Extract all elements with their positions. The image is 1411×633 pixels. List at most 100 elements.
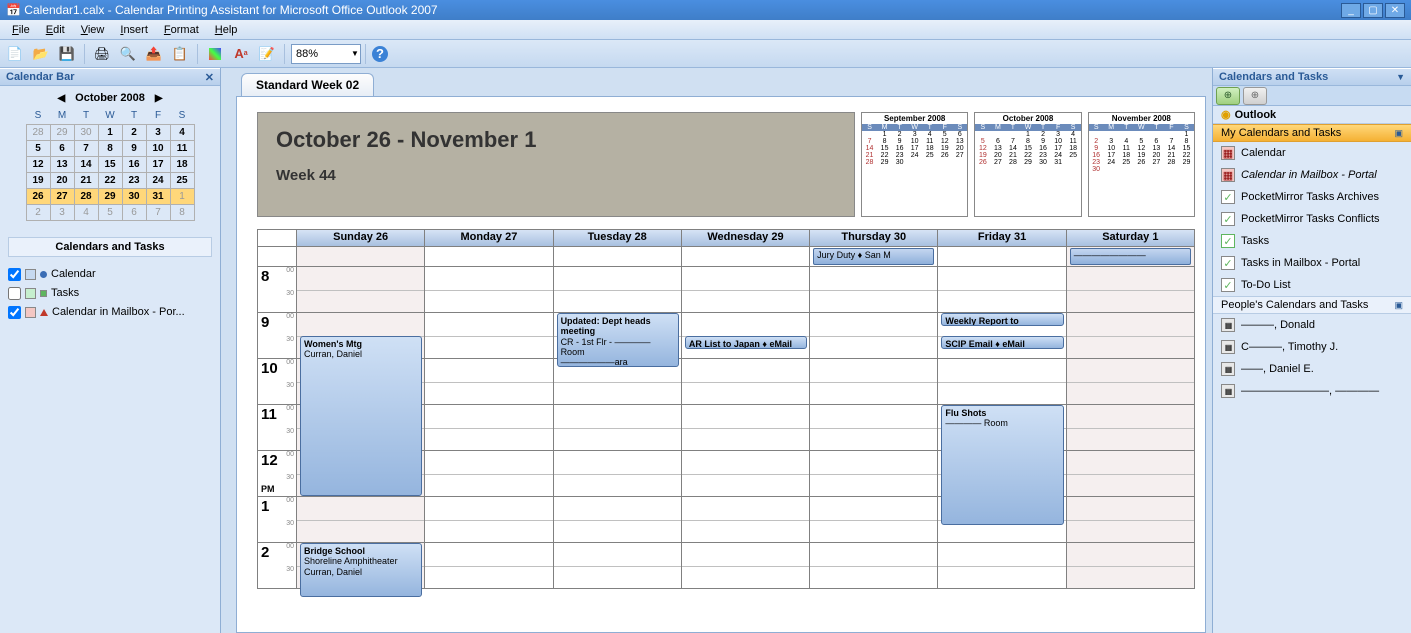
- menu-edit[interactable]: Edit: [38, 22, 73, 38]
- date-cell[interactable]: 15: [98, 156, 122, 172]
- time-slot[interactable]: [682, 405, 810, 451]
- peoples-calendars-header[interactable]: People's Calendars and Tasks▣: [1213, 296, 1411, 314]
- date-cell[interactable]: 2: [122, 124, 146, 140]
- date-cell[interactable]: 12: [26, 156, 50, 172]
- time-slot[interactable]: [554, 405, 682, 451]
- time-slot[interactable]: [425, 359, 553, 405]
- time-slot[interactable]: [938, 359, 1066, 405]
- appointment[interactable]: Women's MtgCurran, Daniel: [300, 336, 422, 496]
- copy-icon[interactable]: 📋: [169, 43, 191, 65]
- calendar-list-item[interactable]: ✓Tasks: [1213, 230, 1411, 252]
- time-slot[interactable]: [938, 543, 1066, 589]
- date-cell[interactable]: 4: [170, 124, 194, 140]
- time-slot[interactable]: [810, 497, 938, 543]
- menu-insert[interactable]: Insert: [112, 22, 156, 38]
- time-slot[interactable]: [938, 267, 1066, 313]
- time-slot[interactable]: [425, 497, 553, 543]
- date-cell[interactable]: 26: [26, 188, 50, 204]
- menu-view[interactable]: View: [73, 22, 113, 38]
- calendar-list-item[interactable]: ▦Calendar in Mailbox - Portal: [1213, 164, 1411, 186]
- allday-cell[interactable]: [938, 247, 1066, 267]
- time-slot[interactable]: [554, 451, 682, 497]
- tab-standard-week[interactable]: Standard Week 02: [241, 73, 374, 96]
- date-cell[interactable]: 3: [50, 204, 74, 220]
- calendar-list-item[interactable]: ▦————————, ————: [1213, 380, 1411, 402]
- date-cell[interactable]: 8: [170, 204, 194, 220]
- date-cell[interactable]: 7: [146, 204, 170, 220]
- allday-cell[interactable]: [554, 247, 682, 267]
- allday-cell[interactable]: [425, 247, 553, 267]
- calendar-checkbox[interactable]: [8, 287, 21, 300]
- date-cell[interactable]: 30: [122, 188, 146, 204]
- date-cell[interactable]: 4: [74, 204, 98, 220]
- calendar-list-item[interactable]: ✓Tasks in Mailbox - Portal: [1213, 252, 1411, 274]
- date-navigator[interactable]: SMTWTFS 28293012345678910111213141516171…: [26, 108, 195, 221]
- calendar-list-item[interactable]: ▦——, Daniel E.: [1213, 358, 1411, 380]
- calendar-item[interactable]: Calendar: [8, 265, 212, 284]
- date-cell[interactable]: 27: [50, 188, 74, 204]
- time-slot[interactable]: [1067, 497, 1195, 543]
- time-slot[interactable]: [425, 451, 553, 497]
- appointment[interactable]: Weekly Report to: [941, 313, 1063, 326]
- time-slot[interactable]: [810, 451, 938, 497]
- time-slot[interactable]: [297, 497, 425, 543]
- appointment[interactable]: Flu Shots———— Room: [941, 405, 1063, 525]
- date-cell[interactable]: 13: [50, 156, 74, 172]
- time-slot[interactable]: [1067, 405, 1195, 451]
- allday-event[interactable]: ————————: [1070, 248, 1191, 265]
- date-cell[interactable]: 18: [170, 156, 194, 172]
- calendar-item[interactable]: Tasks: [8, 284, 212, 303]
- time-slot[interactable]: [810, 405, 938, 451]
- time-slot[interactable]: [1067, 359, 1195, 405]
- date-cell[interactable]: 10: [146, 140, 170, 156]
- date-cell[interactable]: 6: [122, 204, 146, 220]
- date-cell[interactable]: 25: [170, 172, 194, 188]
- date-cell[interactable]: 17: [146, 156, 170, 172]
- close-window-button[interactable]: ✕: [1385, 3, 1405, 18]
- minimize-button[interactable]: _: [1341, 3, 1361, 18]
- time-slot[interactable]: [810, 359, 938, 405]
- allday-event[interactable]: Jury Duty ♦ San M: [813, 248, 934, 265]
- date-cell[interactable]: 28: [74, 188, 98, 204]
- time-slot[interactable]: [425, 313, 553, 359]
- save-icon[interactable]: 💾: [56, 43, 78, 65]
- preview-icon[interactable]: 🔍: [117, 43, 139, 65]
- my-calendars-header[interactable]: My Calendars and Tasks▣: [1213, 124, 1411, 142]
- date-cell[interactable]: 28: [26, 124, 50, 140]
- calendar-list-item[interactable]: ✓To-Do List: [1213, 274, 1411, 296]
- time-slot[interactable]: [1067, 313, 1195, 359]
- zoom-dropdown-icon[interactable]: ▼: [351, 49, 359, 58]
- time-slot[interactable]: [425, 267, 553, 313]
- appointment[interactable]: Updated: Dept heads meetingCR - 1st Flr …: [557, 313, 679, 367]
- date-cell[interactable]: 29: [98, 188, 122, 204]
- date-cell[interactable]: 8: [98, 140, 122, 156]
- calendar-list-item[interactable]: ✓PocketMirror Tasks Archives: [1213, 186, 1411, 208]
- date-cell[interactable]: 29: [50, 124, 74, 140]
- date-cell[interactable]: 7: [74, 140, 98, 156]
- next-month-icon[interactable]: ▶: [151, 93, 167, 104]
- print-icon[interactable]: 🖨: [91, 43, 113, 65]
- font-icon[interactable]: Aa: [230, 43, 252, 65]
- grid-icon[interactable]: [204, 43, 226, 65]
- appointment[interactable]: SCIP Email ♦ eMail: [941, 336, 1063, 349]
- time-slot[interactable]: [554, 497, 682, 543]
- time-slot[interactable]: [682, 543, 810, 589]
- date-cell[interactable]: 9: [122, 140, 146, 156]
- time-slot[interactable]: [810, 267, 938, 313]
- open-icon[interactable]: 📂: [30, 43, 52, 65]
- time-slot[interactable]: [554, 267, 682, 313]
- date-cell[interactable]: 31: [146, 188, 170, 204]
- remove-calendar-icon[interactable]: ⊕: [1243, 87, 1267, 105]
- time-slot[interactable]: [682, 359, 810, 405]
- time-slot[interactable]: [682, 451, 810, 497]
- allday-cell[interactable]: Jury Duty ♦ San M: [810, 247, 938, 267]
- menu-help[interactable]: Help: [207, 22, 246, 38]
- calendar-checkbox[interactable]: [8, 306, 21, 319]
- time-slot[interactable]: [425, 405, 553, 451]
- date-cell[interactable]: 14: [74, 156, 98, 172]
- time-slot[interactable]: [810, 543, 938, 589]
- date-cell[interactable]: 21: [74, 172, 98, 188]
- calendar-list-item[interactable]: ▦———, Donald: [1213, 314, 1411, 336]
- time-slot[interactable]: [1067, 451, 1195, 497]
- time-slot[interactable]: [425, 543, 553, 589]
